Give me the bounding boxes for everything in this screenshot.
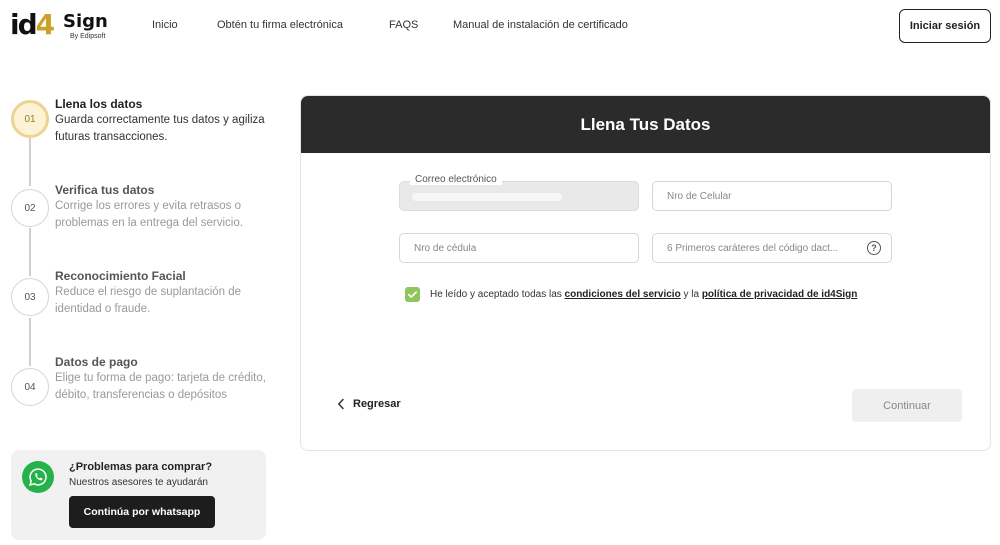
back-button[interactable]: Regresar (337, 398, 401, 410)
step-number-badge: 04 (11, 368, 49, 406)
phone-placeholder: Nro de Celular (667, 190, 732, 202)
back-label: Regresar (353, 398, 401, 410)
terms-prefix: He leído y aceptado todas las (430, 289, 565, 300)
id4sign-logo[interactable]: id4 Sign By Edipsoft (10, 10, 110, 44)
step-number-badge: 03 (11, 278, 49, 316)
step-title: Llena los datos (55, 97, 143, 111)
help-title: ¿Problemas para comprar? (69, 461, 213, 473)
nav-faqs[interactable]: FAQS (389, 19, 418, 31)
id-number-placeholder: Nro de cédula (414, 242, 477, 254)
logo-by-text: By Edipsoft (70, 33, 106, 40)
service-conditions-link[interactable]: condiciones del servicio (565, 289, 681, 300)
email-value-redacted (412, 193, 562, 201)
whatsapp-button[interactable]: Continúa por whatsapp (69, 496, 215, 528)
step-item-3: 03 Reconocimiento Facial Reduce el riesg… (11, 269, 271, 329)
step-title: Datos de pago (55, 355, 138, 369)
terms-checkbox[interactable] (405, 287, 420, 302)
whatsapp-icon (22, 461, 54, 493)
help-box: ¿Problemas para comprar? Nuestros asesor… (11, 450, 266, 540)
email-label: Correo electrónico (410, 174, 502, 185)
logo-sign-text: Sign (63, 11, 108, 32)
logo-id-text: id (10, 8, 38, 41)
step-description: Reduce el riesgo de suplantación de iden… (55, 286, 242, 315)
step-item-1: 01 Llena los datos Guarda correctamente … (11, 97, 271, 157)
terms-text: He leído y aceptado todas las condicione… (430, 289, 857, 300)
phone-field[interactable]: Nro de Celular (652, 181, 892, 211)
id-number-field[interactable]: Nro de cédula (399, 233, 639, 263)
nav-inicio[interactable]: Inicio (152, 19, 178, 31)
login-button[interactable]: Iniciar sesión (899, 9, 991, 43)
step-number-badge: 01 (11, 100, 49, 138)
privacy-policy-link[interactable]: política de privacidad de id4Sign (702, 289, 858, 300)
step-title: Reconocimiento Facial (55, 269, 186, 283)
logo-four-text: 4 (35, 8, 56, 41)
step-item-4: 04 Datos de pago Elige tu forma de pago:… (11, 355, 271, 425)
step-number-badge: 02 (11, 189, 49, 227)
chevron-left-icon (338, 398, 344, 410)
form-title: Llena Tus Datos (301, 96, 990, 153)
step-title: Verifica tus datos (55, 183, 155, 197)
fingerprint-code-field[interactable]: 6 Primeros caráteres del código dact... … (652, 233, 892, 263)
logo-mark: id4 (10, 8, 56, 41)
top-header: id4 Sign By Edipsoft Inicio Obtén tu fir… (0, 0, 1000, 52)
continue-button[interactable]: Continuar (852, 389, 962, 422)
help-subtitle: Nuestros asesores te ayudarán (69, 477, 208, 488)
step-item-2: 02 Verifica tus datos Corrige los errore… (11, 183, 271, 243)
question-icon[interactable]: ? (867, 241, 881, 255)
email-field[interactable]: Correo electrónico (399, 174, 639, 211)
form-card: Llena Tus Datos Correo electrónico Nro d… (300, 95, 991, 451)
nav-manual-certificado[interactable]: Manual de instalación de certificado (453, 19, 628, 31)
check-icon (408, 291, 417, 298)
nav-obten-firma[interactable]: Obtén tu firma electrónica (217, 19, 343, 31)
step-description: Guarda correctamente tus datos y agiliza… (55, 114, 265, 143)
step-description: Corrige los errores y evita retrasos o p… (55, 200, 243, 229)
step-description: Elige tu forma de pago: tarjeta de crédi… (55, 372, 266, 401)
fingerprint-code-placeholder: 6 Primeros caráteres del código dact... (667, 242, 839, 254)
terms-middle: y la (680, 289, 702, 300)
